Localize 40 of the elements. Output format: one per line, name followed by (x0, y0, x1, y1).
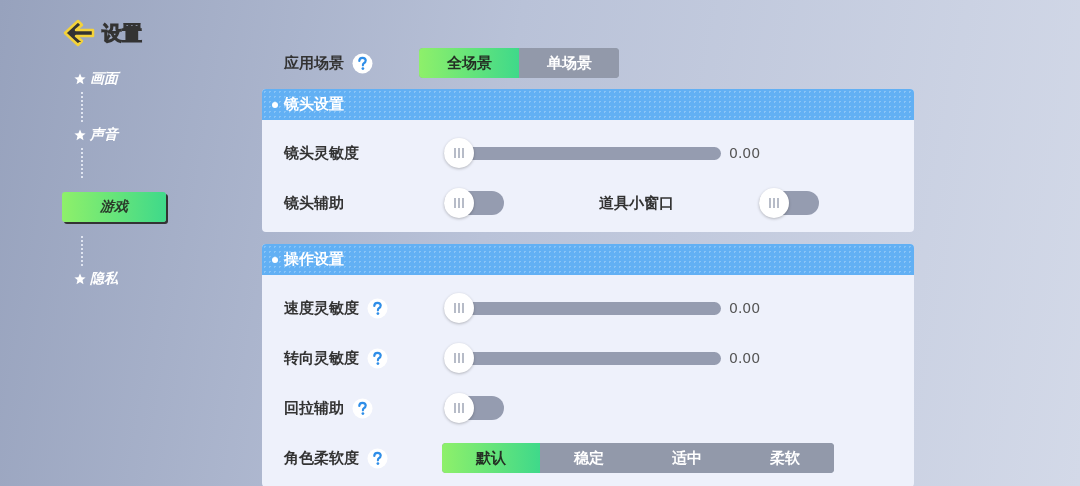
nav-tab[interactable]: 隐私 (74, 266, 118, 292)
help-icon[interactable] (352, 52, 373, 74)
help-icon[interactable] (367, 447, 388, 469)
setting-label: 镜头灵敏度 (284, 143, 359, 163)
help-icon[interactable] (352, 397, 373, 419)
star-icon (74, 129, 86, 141)
grip-icon (453, 402, 465, 414)
grip-icon (453, 197, 465, 209)
slider-value: 0.00 (729, 145, 761, 161)
setting-label: 镜头辅助 (284, 193, 344, 213)
setting-label: 道具小窗口 (599, 193, 674, 213)
nav-tab[interactable]: 声音 (74, 122, 118, 148)
setting-label: 速度灵敏度 (284, 298, 359, 318)
help-icon[interactable] (367, 297, 388, 319)
scene-option[interactable]: 全场景 (419, 48, 519, 78)
section-title: 操作设置 (284, 250, 344, 269)
star-icon (74, 73, 86, 85)
page-title: 设置 (102, 19, 142, 47)
help-icon[interactable] (367, 347, 388, 369)
setting-label: 角色柔软度 (284, 448, 359, 468)
toggle-switch[interactable] (759, 191, 819, 215)
setting-label: 回拉辅助 (284, 398, 344, 418)
softness-option[interactable]: 默认 (442, 443, 540, 473)
back-arrow-icon[interactable] (62, 18, 96, 48)
setting-label: 转向灵敏度 (284, 348, 359, 368)
toggle-switch[interactable] (444, 191, 504, 215)
nav-tab[interactable]: 游戏 (62, 192, 166, 222)
slider-thumb[interactable] (444, 138, 474, 168)
toggle-switch[interactable] (444, 396, 504, 420)
grip-icon (768, 197, 780, 209)
grip-icon (453, 147, 465, 159)
scene-label: 应用场景 (284, 53, 344, 73)
slider-value: 0.00 (729, 350, 761, 366)
slider-thumb[interactable] (444, 343, 474, 373)
grip-icon (453, 352, 465, 364)
slider-thumb[interactable] (444, 293, 474, 323)
grip-icon (453, 302, 465, 314)
section-title: 镜头设置 (284, 95, 344, 114)
slider-value: 0.00 (729, 300, 761, 316)
star-icon (74, 273, 86, 285)
